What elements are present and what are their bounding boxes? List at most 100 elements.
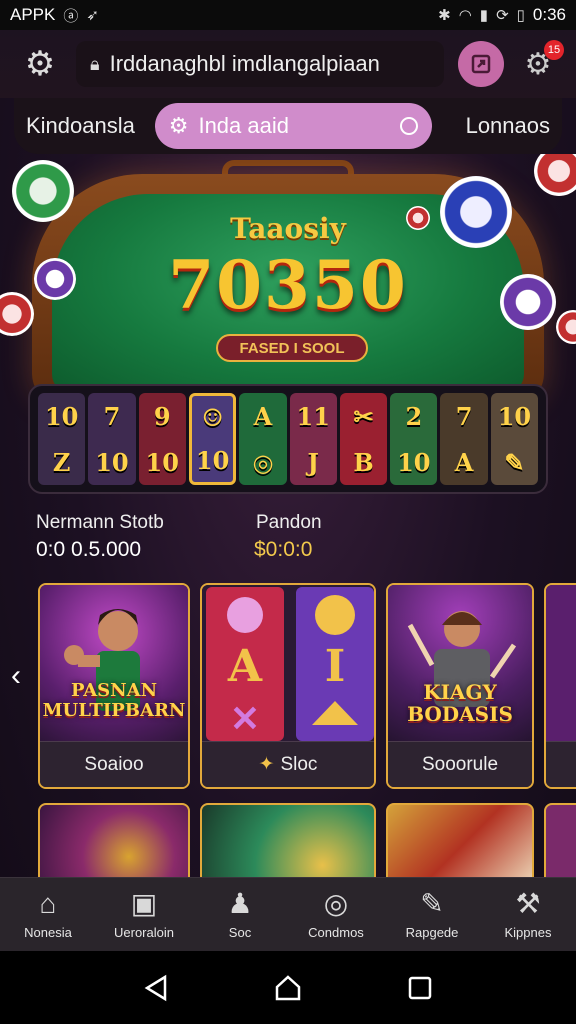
status-app-label: APPK: [10, 5, 56, 24]
stats-panel: Nermann Stotb 0:0 0.5.000 Pandon $0:0:0: [36, 512, 556, 568]
brush-icon: ✎: [420, 888, 444, 919]
status-bar: APPK ⓐ ➶ ✱ ◠ ▮ ⟳ ▯ 0:36: [0, 0, 576, 30]
bottom-nav-item[interactable]: ♟ Soc: [192, 878, 288, 951]
game-card-partial[interactable]: [544, 583, 576, 789]
game-card-row-2: [0, 803, 576, 877]
reel-column: 7 10: [88, 393, 136, 485]
chip-icon: [556, 310, 576, 344]
back-button[interactable]: [136, 968, 176, 1008]
bottom-nav-item[interactable]: ▣ Ueroraloin: [96, 878, 192, 951]
reel-column: 10 Z: [38, 393, 86, 485]
stat-right-value: $0:0:0: [254, 538, 313, 561]
send-icon: ➶: [86, 7, 99, 24]
slot-symbols-illustration: A I ✕: [206, 587, 374, 741]
game-card[interactable]: [200, 803, 376, 877]
bottom-nav-item[interactable]: ✎ Rapgede: [384, 878, 480, 951]
bottom-nav-item[interactable]: ⚒ Kippnes: [480, 878, 576, 951]
game-card-art-title: PASNAN MULTIPBARN: [42, 680, 186, 721]
reel-column: 11 J: [289, 393, 337, 485]
home-button[interactable]: [268, 968, 308, 1008]
reel-symbol: B: [353, 447, 374, 477]
game-card[interactable]: A I ✕ ✦ Sloc: [200, 583, 376, 789]
bottom-nav-label: Ueroraloin: [114, 925, 174, 940]
nav-right-link[interactable]: Lonnaos: [466, 113, 550, 139]
recents-button[interactable]: [400, 968, 440, 1008]
game-card-caption-empty: [546, 741, 576, 787]
reel-symbol: 10: [195, 446, 230, 475]
status-time: 0:36: [532, 5, 566, 24]
nav-row: Kindoansla ⚙ Inda aaid Lonnaos: [14, 98, 562, 154]
reel-symbol: 10: [397, 447, 431, 477]
reel-symbol: 2: [405, 401, 423, 431]
hero-number: 70350: [168, 246, 408, 324]
share-icon: [471, 54, 491, 74]
tools-icon: ⚒: [515, 888, 541, 919]
recents-square-icon: [408, 976, 432, 999]
reel-symbol: ☺: [201, 403, 224, 432]
bottom-nav-item[interactable]: ◎ Condmos: [288, 878, 384, 951]
reel-symbol: A: [454, 447, 474, 477]
game-card-row: PASNAN MULTIPBARN Soaioo A I ✕ ✦ Sloc KI…: [0, 583, 576, 793]
settings-badge: 15: [544, 40, 564, 60]
bottom-nav-item[interactable]: ⌂ Nonesia: [0, 878, 96, 951]
bottom-nav-label: Soc: [228, 925, 252, 940]
reel-symbol: ◎: [252, 447, 274, 477]
pill-label: Inda aaid: [198, 113, 289, 138]
reel-symbol: 10: [95, 447, 129, 477]
chip-icon: [534, 154, 576, 196]
menu-gear-icon[interactable]: ⚙: [18, 42, 62, 86]
game-card-caption-text: Sloc: [280, 753, 318, 775]
reel-column: A ◎: [239, 393, 287, 485]
sync-icon: ⟳: [496, 7, 509, 24]
game-card[interactable]: [38, 803, 190, 877]
url-text: Irddanaghbl imdlangalpiaan: [109, 51, 380, 76]
svg-text:I: I: [325, 641, 346, 692]
game-card[interactable]: [386, 803, 534, 877]
pill-circle-icon: [399, 117, 418, 135]
bottom-nav: ⌂ Nonesia ▣ Ueroraloin ♟ Soc ◎ Condmos ✎ Rapgede ⚒…: [0, 877, 576, 951]
game-card-caption: Soaioo: [40, 741, 188, 787]
reel-symbol: 10: [497, 401, 532, 431]
reel-symbol: 7: [103, 401, 121, 431]
slot-symbol-icon: ✦: [258, 754, 275, 775]
game-card[interactable]: PASNAN MULTIPBARN Soaioo: [38, 583, 190, 789]
stat-left-label: Nermann Stotb: [36, 512, 164, 533]
chip-icon: [500, 274, 556, 330]
stat-right-label: Pandon: [256, 512, 322, 533]
reel-symbol: ✂: [353, 401, 374, 431]
bottom-nav-label: Rapgede: [405, 925, 459, 940]
reel-symbol: 9: [153, 401, 171, 431]
bluetooth-icon: ✱: [438, 7, 451, 24]
stat-left-value: 0:0 0.5.000: [36, 538, 142, 561]
pill-gear-icon: ⚙: [168, 113, 189, 138]
game-card[interactable]: KIAGY BODASIS Sooorule: [386, 583, 534, 789]
chip-icon: ◎: [323, 888, 349, 919]
url-bar[interactable]: 🔒︎ Irddanaghbl imdlangalpiaan: [76, 41, 444, 87]
home-pentagon-icon: [275, 974, 301, 1000]
hero-button[interactable]: FASED I SOOL: [216, 334, 368, 362]
chip-icon: [34, 258, 76, 300]
lock-icon: 🔒︎: [90, 53, 100, 74]
game-card-caption: ✦ Sloc: [202, 741, 374, 787]
nav-search-pill[interactable]: ⚙ Inda aaid: [154, 103, 432, 149]
game-card-art-title: KIAGY BODASIS: [407, 680, 513, 726]
settings-button[interactable]: ⚙ 15: [518, 40, 564, 84]
reel-symbol: 10: [44, 401, 79, 431]
game-card-art: KIAGY BODASIS: [388, 585, 532, 745]
bottom-nav-label: Condmos: [308, 925, 364, 940]
home-icon: ⌂: [39, 888, 57, 919]
share-button[interactable]: [458, 41, 504, 87]
nav-left-link[interactable]: Kindoansla: [26, 113, 141, 139]
slot-reels: 10 Z 7 10 9 10 ☺ 10 A ◎ 11 J ✂ B 2 10 7 A 10 ✎: [28, 384, 548, 494]
reel-column: 7A: [440, 393, 488, 485]
bottom-nav-label: Kippnes: [504, 925, 552, 940]
system-nav-bar: [0, 951, 576, 1024]
chip-icon: [406, 206, 430, 230]
wifi-icon: ◠: [458, 7, 472, 24]
reel-column: ☺ 10: [188, 393, 237, 485]
briefcase-icon: ▣: [130, 888, 158, 919]
reel-symbol: 10: [145, 447, 179, 477]
back-triangle-icon: [144, 974, 167, 1001]
game-card-partial[interactable]: [544, 803, 576, 877]
game-card-art: [546, 585, 576, 745]
